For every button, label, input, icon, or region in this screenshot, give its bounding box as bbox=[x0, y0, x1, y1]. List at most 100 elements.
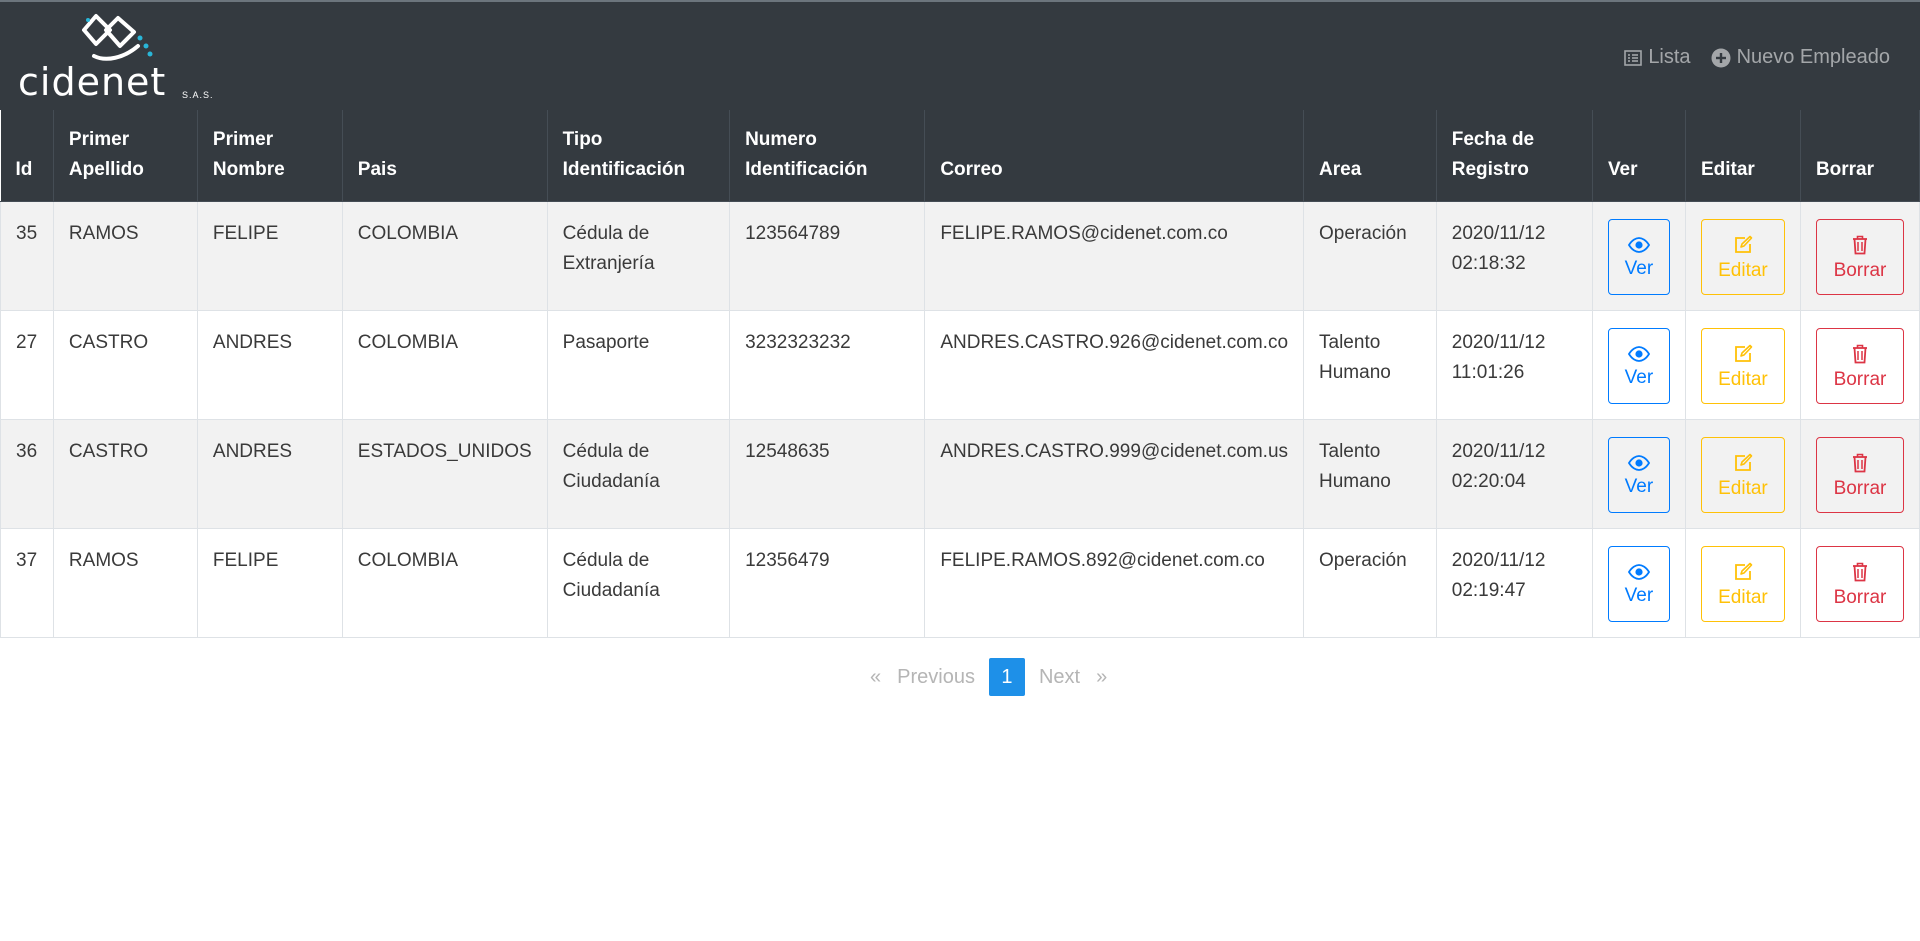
cell-pais: ESTADOS_UNIDOS bbox=[341, 418, 548, 529]
brand-suffix: S.A.S. bbox=[182, 90, 214, 100]
cell-id: 36 bbox=[0, 418, 54, 529]
trash-icon bbox=[1852, 453, 1867, 472]
pagination-last[interactable]: » bbox=[1088, 666, 1115, 689]
cell-tipo-identificacion: Cédula de Extranjería bbox=[546, 200, 731, 311]
cell-fecha-registro: 2020/11/12 02:20:04 bbox=[1435, 418, 1593, 529]
view-cell: Ver bbox=[1591, 418, 1686, 529]
employees-table: Id Primer Apellido Primer Nombre Pais Ti… bbox=[0, 110, 1920, 638]
eye-icon bbox=[1627, 454, 1650, 471]
edit-button-label: Editar bbox=[1718, 368, 1768, 390]
view-button[interactable]: Ver bbox=[1607, 218, 1670, 295]
delete-cell: Borrar bbox=[1799, 527, 1920, 638]
cell-area: Talento Humano bbox=[1303, 418, 1437, 529]
cell-numero-identificacion: 3232323232 bbox=[729, 309, 926, 420]
cell-primer-nombre: FELIPE bbox=[196, 200, 343, 311]
pagination-next[interactable]: Next bbox=[1031, 666, 1088, 689]
cell-id: 37 bbox=[0, 527, 54, 638]
edit-button-label: Editar bbox=[1718, 477, 1768, 499]
nav-link-lista-label: Lista bbox=[1648, 46, 1691, 68]
column-header-id: Id bbox=[0, 110, 54, 202]
column-header-borrar: Borrar bbox=[1800, 110, 1920, 202]
edit-button[interactable]: Editar bbox=[1700, 436, 1785, 513]
column-header-primer-apellido: Primer Apellido bbox=[53, 110, 198, 202]
cell-correo: ANDRES.CASTRO.926@cidenet.com.co bbox=[924, 309, 1305, 420]
view-button-label: Ver bbox=[1624, 584, 1654, 606]
cell-numero-identificacion: 12356479 bbox=[729, 527, 926, 638]
pagination-page-1[interactable]: 1 bbox=[988, 658, 1025, 696]
delete-cell: Borrar bbox=[1799, 418, 1920, 529]
cell-area: Operación bbox=[1303, 200, 1437, 311]
trash-icon bbox=[1852, 344, 1867, 363]
column-header-numero-identificacion: Numero Identificación bbox=[729, 110, 926, 202]
view-cell: Ver bbox=[1591, 200, 1686, 311]
table-row: 36 CASTRO ANDRES ESTADOS_UNIDOS Cédula de Ci… bbox=[0, 418, 1920, 529]
column-header-tipo-identificacion: Tipo Identificación bbox=[547, 110, 731, 202]
brand-name: cidenet bbox=[18, 60, 167, 104]
trash-icon bbox=[1852, 562, 1867, 581]
view-cell: Ver bbox=[1591, 309, 1686, 420]
cell-primer-apellido: CASTRO bbox=[52, 418, 198, 529]
cell-correo: ANDRES.CASTRO.999@cidenet.com.us bbox=[924, 418, 1305, 529]
delete-button-label: Borrar bbox=[1833, 586, 1887, 608]
column-header-area: Area bbox=[1303, 110, 1437, 202]
cell-pais: COLOMBIA bbox=[341, 309, 548, 420]
nav-link-lista[interactable]: Lista bbox=[1624, 46, 1691, 69]
pagination-previous[interactable]: Previous bbox=[889, 666, 983, 689]
delete-button[interactable]: Borrar bbox=[1815, 218, 1904, 295]
cell-primer-apellido: CASTRO bbox=[52, 309, 198, 420]
edit-icon bbox=[1735, 235, 1753, 253]
eye-icon bbox=[1627, 345, 1650, 362]
edit-icon bbox=[1735, 453, 1753, 471]
delete-cell: Borrar bbox=[1799, 309, 1920, 420]
cell-tipo-identificacion: Pasaporte bbox=[546, 309, 731, 420]
column-header-fecha-registro: Fecha de Registro bbox=[1436, 110, 1593, 202]
cell-primer-apellido: RAMOS bbox=[52, 527, 198, 638]
pagination-first[interactable]: « bbox=[862, 666, 889, 689]
delete-button[interactable]: Borrar bbox=[1815, 545, 1904, 622]
view-button-label: Ver bbox=[1624, 475, 1654, 497]
cell-numero-identificacion: 12548635 bbox=[729, 418, 926, 529]
edit-button[interactable]: Editar bbox=[1700, 327, 1785, 404]
eye-icon bbox=[1627, 236, 1650, 253]
nav-link-nuevo-empleado[interactable]: Nuevo Empleado bbox=[1711, 46, 1890, 69]
cell-id: 35 bbox=[0, 200, 54, 311]
cell-correo: FELIPE.RAMOS@cidenet.com.co bbox=[924, 200, 1305, 311]
cell-pais: COLOMBIA bbox=[341, 527, 548, 638]
edit-button-label: Editar bbox=[1718, 586, 1768, 608]
delete-button[interactable]: Borrar bbox=[1815, 327, 1904, 404]
top-navbar: cidenet S.A.S. Lista Nuevo Empleado bbox=[0, 0, 1920, 110]
cell-pais: COLOMBIA bbox=[341, 200, 548, 311]
edit-cell: Editar bbox=[1684, 527, 1801, 638]
edit-button[interactable]: Editar bbox=[1700, 545, 1785, 622]
cell-fecha-registro: 2020/11/12 11:01:26 bbox=[1435, 309, 1593, 420]
column-header-primer-nombre: Primer Nombre bbox=[197, 110, 343, 202]
eye-icon bbox=[1627, 563, 1650, 580]
pagination: « Previous 1 Next » bbox=[862, 658, 1115, 696]
delete-cell: Borrar bbox=[1799, 200, 1920, 311]
delete-button[interactable]: Borrar bbox=[1815, 436, 1904, 513]
view-button[interactable]: Ver bbox=[1607, 436, 1670, 513]
table-row: 37 RAMOS FELIPE COLOMBIA Cédula de Ciudadaní… bbox=[0, 527, 1920, 638]
edit-button[interactable]: Editar bbox=[1700, 218, 1785, 295]
cell-primer-nombre: FELIPE bbox=[196, 527, 343, 638]
table-row: 27 CASTRO ANDRES COLOMBIA Pasaporte 323232323… bbox=[0, 309, 1920, 420]
cell-primer-nombre: ANDRES bbox=[196, 418, 343, 529]
cell-correo: FELIPE.RAMOS.892@cidenet.com.co bbox=[924, 527, 1305, 638]
delete-button-label: Borrar bbox=[1833, 259, 1887, 281]
column-header-pais: Pais bbox=[342, 110, 548, 202]
nav-links: Lista Nuevo Empleado bbox=[1624, 46, 1890, 69]
column-header-editar: Editar bbox=[1685, 110, 1801, 202]
edit-cell: Editar bbox=[1684, 200, 1801, 311]
cell-fecha-registro: 2020/11/12 02:18:32 bbox=[1435, 200, 1593, 311]
view-button[interactable]: Ver bbox=[1607, 545, 1670, 622]
cell-primer-nombre: ANDRES bbox=[196, 309, 343, 420]
plus-circle-icon bbox=[1711, 48, 1731, 67]
cell-area: Talento Humano bbox=[1303, 309, 1437, 420]
view-cell: Ver bbox=[1591, 527, 1686, 638]
brand-logo[interactable]: cidenet S.A.S. bbox=[18, 10, 218, 106]
view-button[interactable]: Ver bbox=[1607, 327, 1670, 404]
table-header-row: Id Primer Apellido Primer Nombre Pais Ti… bbox=[0, 110, 1920, 202]
edit-icon bbox=[1735, 344, 1753, 362]
employees-table-body: 35 RAMOS FELIPE COLOMBIA Cédula de Extranjer… bbox=[0, 200, 1920, 638]
cell-fecha-registro: 2020/11/12 02:19:47 bbox=[1435, 527, 1593, 638]
